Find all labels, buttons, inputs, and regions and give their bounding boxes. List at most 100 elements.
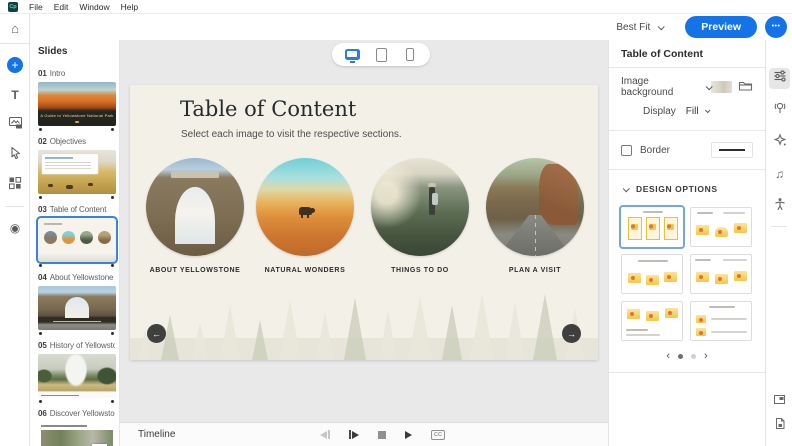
section-image-things-to-do[interactable]: [371, 158, 469, 256]
mobile-view-button[interactable]: [400, 45, 420, 65]
media-tool-button[interactable]: [0, 110, 30, 140]
section-image-about-yellowstone[interactable]: [146, 158, 244, 256]
slide-item-02[interactable]: 02 Objectives: [38, 137, 116, 199]
effects-tab-button[interactable]: [766, 126, 792, 158]
slide-number: 01: [38, 69, 47, 78]
thumbnail-handles: [38, 128, 115, 131]
panel-icon: [773, 393, 786, 411]
add-slide-button[interactable]: +: [0, 50, 30, 80]
phone-icon: [406, 48, 414, 61]
play-button[interactable]: [405, 430, 412, 439]
slide-thumbnail[interactable]: [38, 422, 116, 446]
desktop-view-button[interactable]: [342, 45, 362, 65]
slide-thumbnail[interactable]: [38, 354, 116, 398]
slide-item-04[interactable]: 04About Yellowstone Nation...: [38, 273, 116, 335]
design-option-2[interactable]: [690, 207, 752, 247]
border-section: Border: [609, 131, 765, 170]
sliders-icon: [773, 69, 787, 88]
design-option-1-selected[interactable]: [621, 207, 683, 247]
tree-silhouette-art: [130, 294, 598, 360]
display-mode-dropdown[interactable]: Fill: [686, 106, 699, 117]
notes-button[interactable]: [766, 414, 792, 438]
design-option-5[interactable]: [621, 301, 683, 341]
next-slide-button[interactable]: →: [562, 324, 581, 343]
design-option-4[interactable]: [690, 254, 752, 294]
pager-prev-icon[interactable]: ‹: [666, 350, 670, 362]
design-option-3[interactable]: [621, 254, 683, 294]
previous-slide-button[interactable]: ←: [147, 324, 166, 343]
menu-window[interactable]: Window: [79, 2, 109, 12]
chevron-down-icon[interactable]: [704, 107, 711, 114]
slide-thumbnail[interactable]: [38, 286, 116, 330]
properties-tab-button[interactable]: [766, 62, 792, 94]
image-art: [171, 170, 219, 178]
menu-edit[interactable]: Edit: [54, 2, 69, 12]
slide-thumbnail[interactable]: A Guide to Yellowstone National Park: [38, 82, 116, 126]
thumbnail-art: [48, 184, 53, 187]
record-button[interactable]: ◉: [0, 213, 30, 243]
accessibility-tab-button[interactable]: [766, 190, 792, 222]
home-button[interactable]: ⌂: [0, 14, 30, 44]
slide-label: 05History of Yellowstone: [38, 341, 115, 351]
pager-dot[interactable]: [691, 353, 696, 359]
image-art: [175, 187, 215, 245]
thumbnail-banner-text: A Guide to Yellowstone National Park: [40, 113, 114, 118]
slide-item-01[interactable]: 01 Intro A Guide to Yellowstone National …: [38, 69, 116, 131]
widgets-tool-button[interactable]: [0, 170, 30, 200]
menu-help[interactable]: Help: [121, 2, 138, 12]
image-art: [431, 193, 438, 206]
audio-tab-button[interactable]: ♫: [766, 158, 792, 190]
slide-canvas[interactable]: Table of Content Select each image to vi…: [130, 85, 598, 360]
section-image-natural-wonders[interactable]: [256, 158, 354, 256]
section-label: NATURAL WONDERS: [264, 267, 346, 274]
interactions-tool-button[interactable]: [0, 140, 30, 170]
slide-item-06[interactable]: 06Discover Yellowstone: [38, 409, 116, 446]
notes-icon: [774, 417, 786, 435]
preview-button[interactable]: Preview: [685, 16, 757, 38]
timeline-bar[interactable]: Timeline CC: [120, 422, 608, 446]
pager-dot-active[interactable]: [678, 353, 683, 359]
slide-subheading[interactable]: Select each image to visit the respectiv…: [181, 129, 402, 140]
design-option-6[interactable]: [690, 301, 752, 341]
section-label: THINGS TO DO: [391, 267, 449, 274]
slide-thumbnail[interactable]: [36, 216, 118, 264]
thumbnail-handles: [38, 400, 115, 403]
slide-title: About Yellowstone Nation...: [49, 273, 115, 282]
text-icon: T: [11, 88, 19, 102]
app-window: Cp File Edit Window Help ⌂ + T ◉ Slides …: [0, 0, 792, 446]
design-options-pager: ‹ ›: [621, 349, 753, 363]
slide-thumbnail[interactable]: [38, 150, 116, 194]
tablet-view-button[interactable]: [371, 45, 391, 65]
home-icon: ⌂: [11, 21, 19, 36]
pager-next-icon[interactable]: ›: [704, 350, 708, 362]
stop-button[interactable]: [378, 430, 386, 439]
interactions-tab-button[interactable]: [766, 94, 792, 126]
step-forward-icon: [352, 430, 359, 439]
thumbnail-art: [53, 320, 101, 322]
folder-icon[interactable]: [738, 80, 753, 95]
media-icon: [8, 116, 23, 134]
slide-heading[interactable]: Table of Content: [180, 97, 356, 121]
zoom-fit-dropdown[interactable]: Best Fit: [616, 22, 650, 33]
border-style-swatch[interactable]: [711, 142, 753, 158]
step-back-button[interactable]: [320, 430, 330, 439]
thumbnail-art: [66, 185, 73, 189]
text-tool-button[interactable]: T: [0, 80, 30, 110]
menu-file[interactable]: File: [29, 2, 43, 12]
tablet-icon: [375, 47, 387, 62]
more-options-button[interactable]: •••: [765, 16, 787, 38]
border-checkbox[interactable]: [621, 144, 632, 156]
chevron-down-icon[interactable]: [657, 22, 666, 30]
slide-item-05[interactable]: 05History of Yellowstone: [38, 341, 116, 403]
chevron-down-icon[interactable]: [622, 184, 630, 192]
slide-number: 03: [38, 205, 47, 214]
right-toolbar: ♫: [765, 40, 792, 446]
panel-toggle-button[interactable]: [766, 390, 792, 414]
thumbnail-handles: [38, 264, 115, 267]
step-forward-button[interactable]: [349, 430, 359, 439]
closed-captions-button[interactable]: CC: [431, 429, 445, 440]
background-image-preview[interactable]: [710, 81, 732, 93]
record-icon: ◉: [9, 221, 21, 235]
slide-item-03-selected[interactable]: 03 Table of Content: [36, 205, 118, 267]
section-image-plan-a-visit[interactable]: [486, 158, 584, 256]
